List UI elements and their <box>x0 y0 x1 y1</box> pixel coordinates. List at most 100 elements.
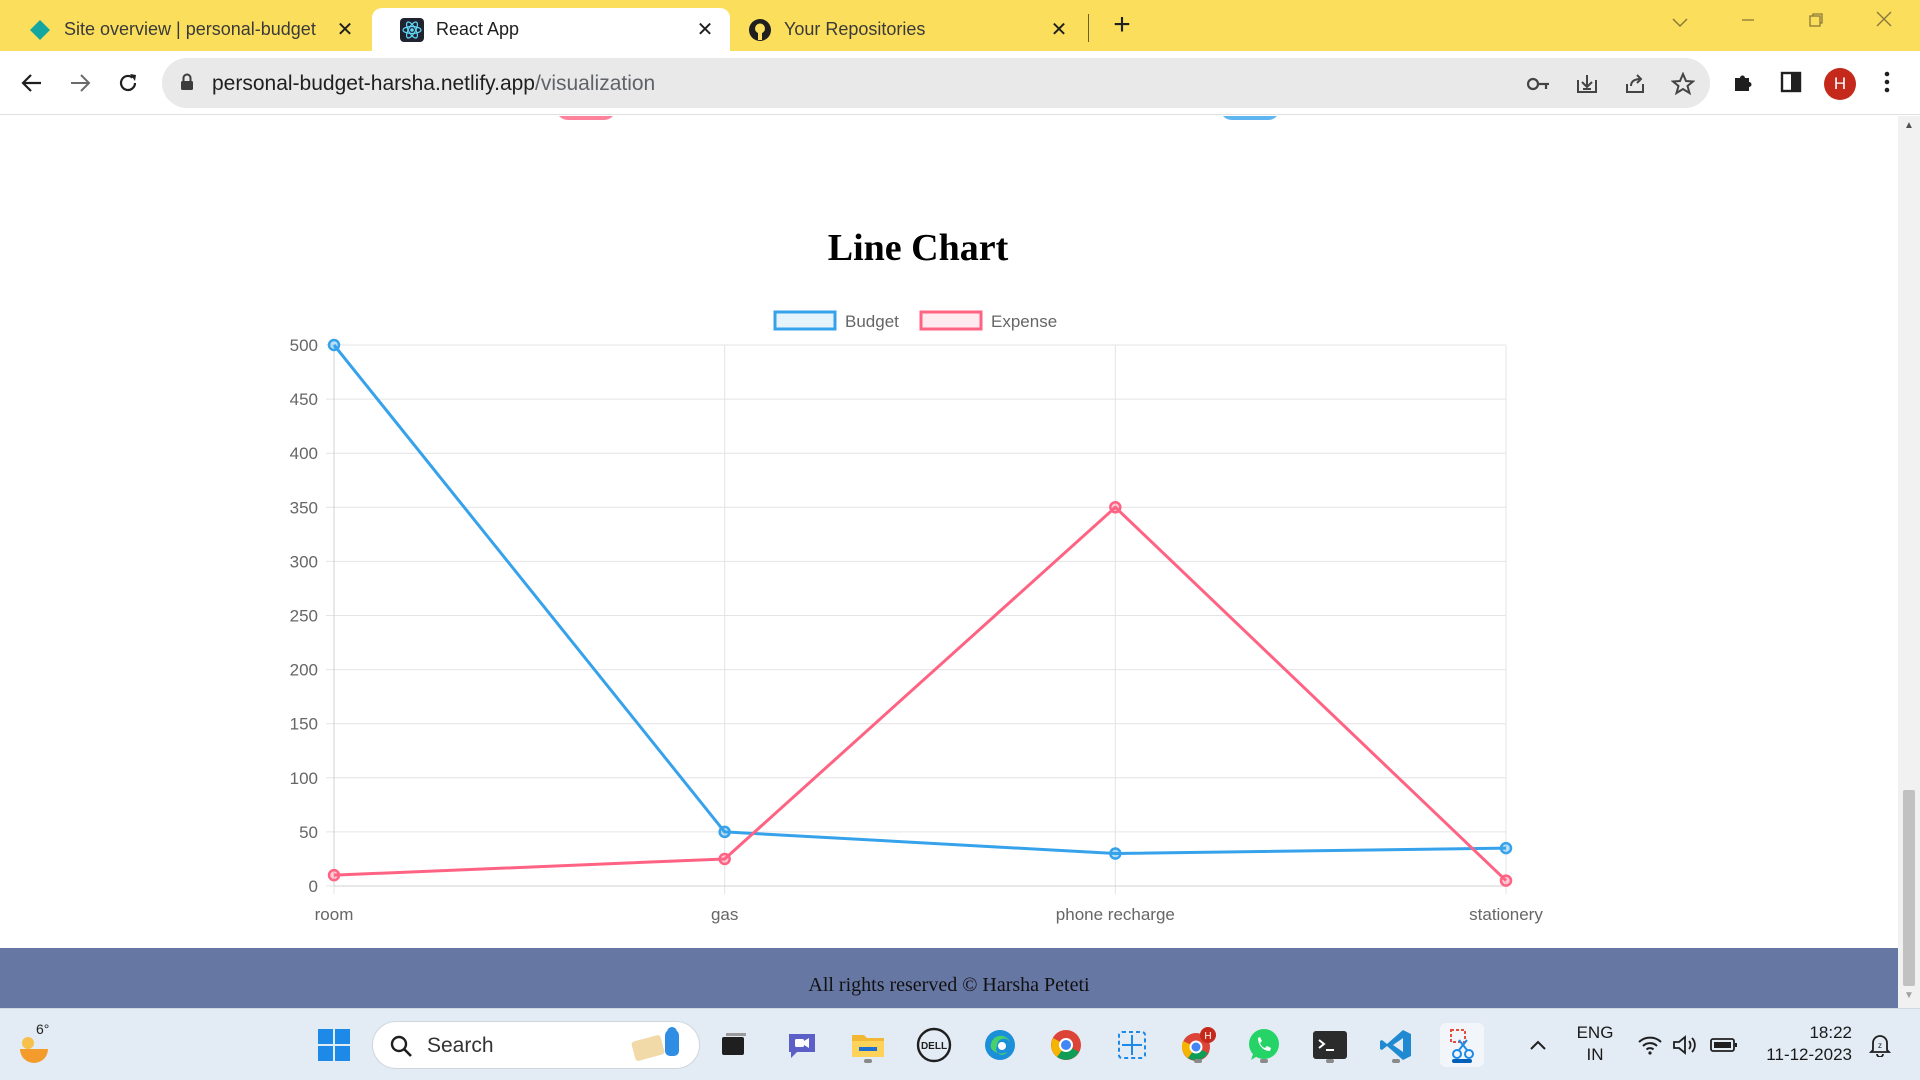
y-tick-label: 0 <box>309 877 318 896</box>
close-tab-icon[interactable]: ✕ <box>694 19 716 41</box>
restore-icon[interactable] <box>1796 8 1836 36</box>
github-icon <box>748 18 772 42</box>
svg-text:DELL: DELL <box>921 1041 947 1052</box>
install-app-icon[interactable] <box>1574 71 1600 97</box>
chrome-profile-icon[interactable]: H <box>1176 1023 1220 1067</box>
running-indicator <box>1194 1059 1202 1063</box>
clock-time: 18:22 <box>1809 1023 1852 1042</box>
budget-point-3 <box>1109 847 1122 860</box>
tab-separator <box>1088 14 1089 42</box>
profile-avatar[interactable]: H <box>1824 68 1856 100</box>
language-code: ENG <box>1576 1023 1614 1042</box>
show-hidden-icons-chevron-icon[interactable] <box>1516 1023 1560 1067</box>
snipping-tool-active-icon[interactable] <box>1440 1023 1484 1067</box>
running-indicator <box>864 1059 872 1063</box>
chart-axes: 0 50 100 150 200 250 300 350 400 450 500 room gas pho… <box>290 336 1544 924</box>
tab-site-overview[interactable]: Site overview | personal-budget ✕ <box>0 8 370 51</box>
task-view-icon[interactable] <box>712 1023 756 1067</box>
dell-app-icon[interactable]: DELL <box>912 1023 956 1067</box>
weather-widget[interactable]: 6° <box>14 1021 58 1069</box>
running-indicator <box>1392 1059 1400 1063</box>
teams-chat-icon[interactable] <box>780 1023 824 1067</box>
y-tick-label: 250 <box>290 607 318 626</box>
footer-copyright: All rights reserved © Harsha Peteti <box>808 974 1090 996</box>
vscode-icon[interactable] <box>1374 1023 1418 1067</box>
netlify-icon <box>28 18 52 42</box>
y-tick-label: 50 <box>299 823 318 842</box>
x-tick-label: phone recharge <box>1056 905 1175 924</box>
edge-browser-icon[interactable] <box>978 1023 1022 1067</box>
url-path: /visualization <box>535 72 656 95</box>
x-tick-label: room <box>315 905 354 924</box>
share-icon[interactable] <box>1622 71 1648 97</box>
expense-point-4 <box>1499 874 1513 887</box>
terminal-icon[interactable] <box>1308 1023 1352 1067</box>
tab-your-repositories[interactable]: Your Repositories ✕ <box>732 8 1084 51</box>
language-indicator[interactable]: ENG IN <box>1572 1023 1618 1065</box>
back-arrow-icon <box>21 74 41 92</box>
chrome-icon[interactable] <box>1044 1023 1088 1067</box>
extensions-puzzle-icon[interactable] <box>1728 67 1758 97</box>
address-bar[interactable]: personal-budget-harsha.netlify.app/visua… <box>162 58 1710 108</box>
budget-point-2 <box>718 825 731 839</box>
svg-text:H: H <box>1204 1031 1211 1042</box>
scroll-down-arrow-icon[interactable]: ▼ <box>1903 990 1915 1002</box>
y-tick-label: 200 <box>290 661 318 680</box>
minimize-icon[interactable] <box>1728 8 1768 36</box>
expense-legend-label: Expense <box>991 312 1057 331</box>
expense-legend-swatch <box>919 310 983 331</box>
taskbar-search-box[interactable]: Search <box>372 1021 700 1069</box>
chart-series <box>327 338 1513 887</box>
windows-taskbar: 6° Search DELL H ENG IN 18:22 11-12-2023… <box>0 1008 1920 1080</box>
start-button[interactable] <box>312 1023 356 1067</box>
svg-text:z: z <box>1878 1041 1882 1050</box>
volume-icon[interactable] <box>1668 1023 1704 1067</box>
chart-grid <box>326 344 1507 894</box>
snip-tool-icon[interactable] <box>1110 1023 1154 1067</box>
bookmark-star-icon[interactable] <box>1670 71 1696 97</box>
react-icon <box>400 17 424 42</box>
chart-legend: Budget Expense <box>773 310 1057 331</box>
browser-toolbar: personal-budget-harsha.netlify.app/visua… <box>0 51 1920 115</box>
back-button[interactable] <box>14 65 50 101</box>
reload-button[interactable] <box>110 65 146 101</box>
clock[interactable]: 18:22 11-12-2023 <box>1756 1023 1852 1065</box>
notifications-bell-icon[interactable]: z <box>1860 1023 1900 1067</box>
new-tab-button[interactable]: + <box>1108 10 1136 40</box>
forward-button[interactable] <box>62 65 98 101</box>
lock-icon[interactable] <box>180 73 194 96</box>
close-window-icon[interactable] <box>1864 8 1904 36</box>
y-tick-label: 300 <box>290 552 318 571</box>
page-scrollbar[interactable]: ▲ ▼ <box>1898 116 1920 1008</box>
tab-title: React App <box>436 19 520 39</box>
page-footer: All rights reserved © Harsha Peteti <box>0 948 1898 1008</box>
scroll-up-arrow-icon[interactable]: ▲ <box>1903 120 1915 132</box>
y-tick-label: 400 <box>290 444 318 463</box>
menu-kebab-icon[interactable] <box>1872 67 1902 97</box>
budget-point-4 <box>1499 841 1513 855</box>
search-icon <box>390 1035 412 1057</box>
file-explorer-icon[interactable] <box>846 1023 890 1067</box>
url-domain: personal-budget-harsha.netlify.app <box>212 72 535 95</box>
whatsapp-icon[interactable] <box>1242 1023 1286 1067</box>
tab-react-app[interactable]: React App ✕ <box>372 8 730 51</box>
scrollbar-thumb[interactable] <box>1903 790 1915 986</box>
page-viewport: Line Chart 0 50 100 150 200 250 300 350 400 450 50… <box>0 116 1898 1008</box>
side-panel-icon[interactable] <box>1776 67 1806 97</box>
battery-icon[interactable] <box>1704 1023 1744 1067</box>
wifi-icon[interactable] <box>1632 1023 1668 1067</box>
url-text[interactable]: personal-budget-harsha.netlify.app/visua… <box>212 72 655 96</box>
expense-point-1 <box>327 868 341 882</box>
line-chart: 0 50 100 150 200 250 300 350 400 450 500 room gas pho… <box>290 310 1544 924</box>
close-tab-icon[interactable]: ✕ <box>1048 19 1070 41</box>
close-tab-icon[interactable]: ✕ <box>334 19 356 41</box>
forward-arrow-icon <box>71 74 91 92</box>
budget-legend-label: Budget <box>845 312 899 331</box>
reload-icon <box>119 74 137 92</box>
tab-title: Your Repositories <box>784 19 926 39</box>
tab-search-icon[interactable] <box>1660 8 1700 36</box>
windows-logo-icon <box>318 1029 350 1061</box>
password-key-icon[interactable] <box>1526 71 1552 97</box>
y-tick-label: 500 <box>290 336 318 355</box>
expense-point-2 <box>718 852 731 866</box>
